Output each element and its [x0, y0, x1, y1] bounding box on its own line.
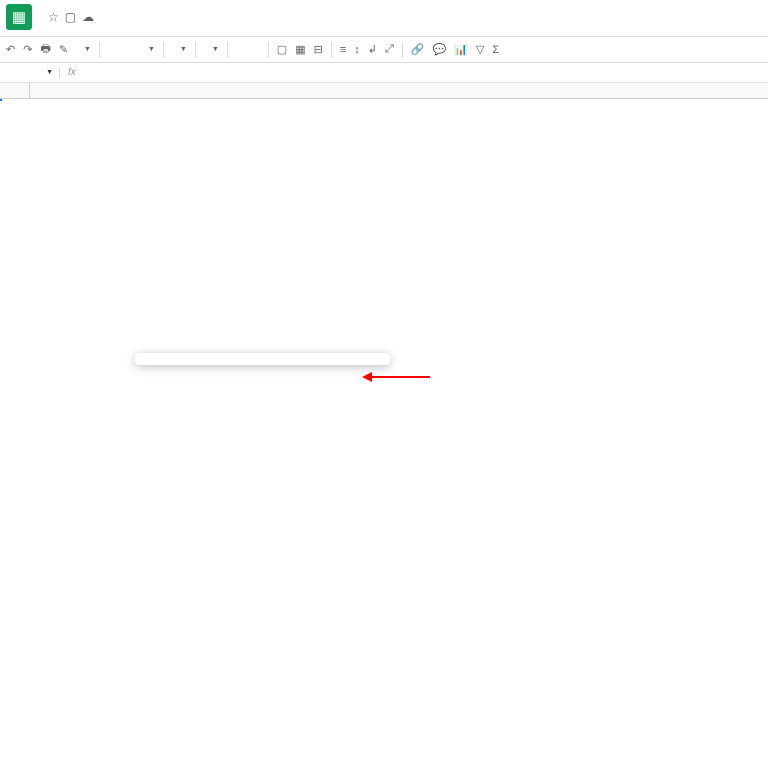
- select-all-corner[interactable]: [0, 83, 30, 98]
- filter-button[interactable]: ▽: [476, 43, 484, 56]
- valign-button[interactable]: ↕: [354, 44, 360, 56]
- link-button[interactable]: 🔗: [411, 43, 425, 56]
- spreadsheet: [0, 83, 768, 99]
- context-menu: [135, 353, 390, 365]
- borders-button[interactable]: ▦: [295, 43, 305, 56]
- chart-button[interactable]: 📊: [454, 43, 468, 56]
- cloud-icon[interactable]: ☁: [82, 10, 94, 24]
- merge-button[interactable]: ⊟: [314, 43, 323, 56]
- active-cell-outline: [0, 99, 2, 101]
- toolbar: ↶ ↷ 🖶 ✎ ▼ ▼ ▼ ▼ ▢ ▦ ⊟ ≡ ↕ ↲ ⤢ 🔗 💬 📊 ▽ Σ: [0, 37, 768, 63]
- fill-color-button[interactable]: ▢: [277, 43, 287, 56]
- redo-button[interactable]: ↷: [23, 43, 32, 56]
- annotation-arrow: [370, 376, 430, 378]
- menu-bar: [0, 30, 768, 37]
- name-box[interactable]: ▼: [0, 67, 60, 78]
- functions-button[interactable]: Σ: [492, 44, 499, 56]
- rotate-button[interactable]: ⤢: [385, 43, 394, 56]
- halign-button[interactable]: ≡: [340, 44, 346, 56]
- print-button[interactable]: 🖶: [40, 40, 50, 59]
- comment-button[interactable]: 💬: [432, 43, 446, 56]
- wrap-button[interactable]: ↲: [368, 43, 377, 56]
- sheets-logo[interactable]: ▦: [6, 4, 32, 30]
- paint-format-button[interactable]: ✎: [59, 43, 68, 56]
- fx-label: fx: [60, 67, 84, 78]
- star-icon[interactable]: ☆: [48, 10, 59, 24]
- undo-button[interactable]: ↶: [6, 43, 15, 56]
- move-icon[interactable]: ▢: [65, 10, 76, 24]
